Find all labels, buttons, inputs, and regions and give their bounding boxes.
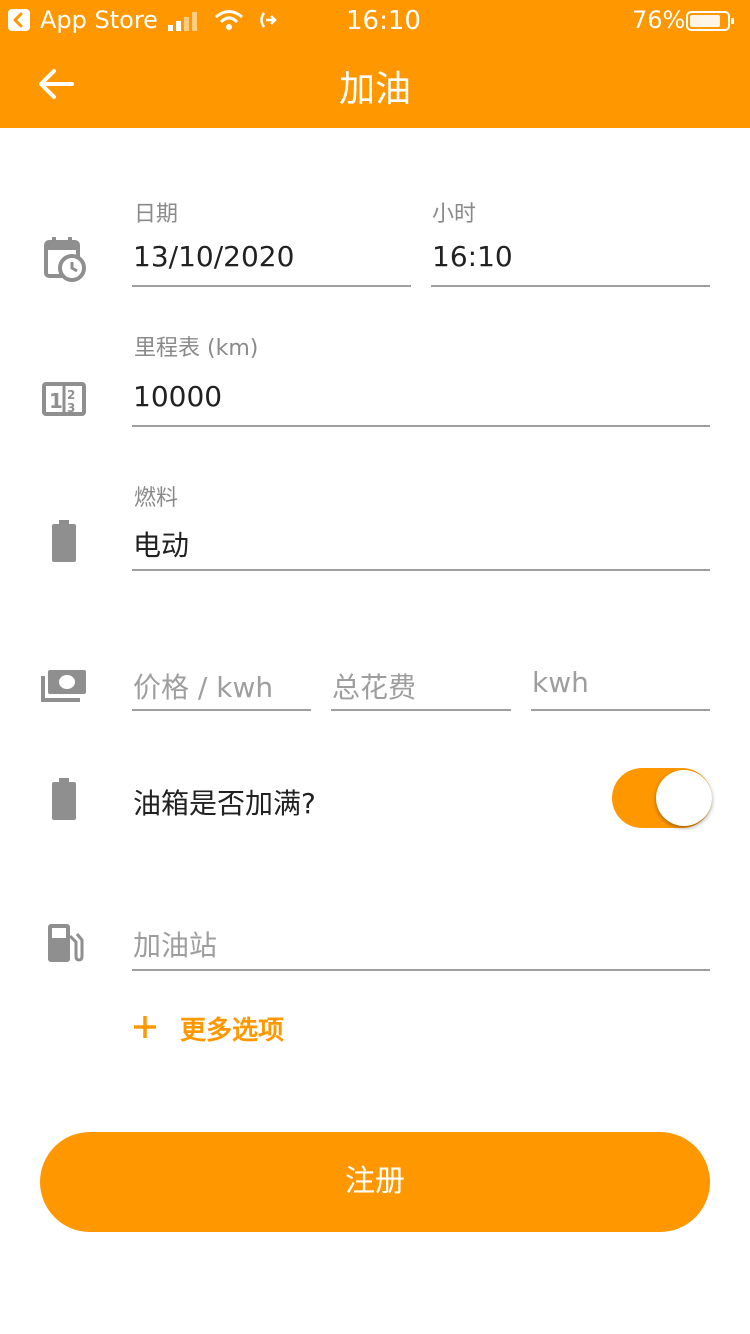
- fuel-pump-icon: [40, 920, 88, 968]
- plus-icon: [132, 1014, 158, 1040]
- kwh-input[interactable]: kwh: [532, 666, 589, 699]
- full-tank-toggle[interactable]: [612, 768, 714, 830]
- odometer-underline: [132, 425, 710, 427]
- date-field[interactable]: 13/10/2020: [133, 240, 294, 273]
- battery-percent: 76%: [632, 6, 686, 34]
- fuel-label: 燃料: [134, 486, 179, 511]
- register-button[interactable]: 注册: [40, 1132, 710, 1232]
- price-underline: [132, 709, 311, 711]
- app-header: App Store 16:10 76% 加油: [0, 0, 750, 128]
- signal-icon: [168, 11, 202, 31]
- odometer-field[interactable]: 10000: [133, 380, 222, 413]
- date-underline: [132, 285, 411, 287]
- odometer-label: 里程表 (km): [134, 336, 259, 361]
- svg-text:1: 1: [49, 389, 63, 413]
- more-options-label: 更多选项: [180, 1016, 285, 1046]
- fuel-select[interactable]: 电动: [133, 524, 189, 564]
- full-tank-battery-icon: [40, 776, 88, 824]
- page-title: 加油: [338, 69, 411, 110]
- total-cost-underline: [331, 709, 511, 711]
- app-store-back-icon[interactable]: [8, 9, 30, 31]
- full-tank-label: 油箱是否加满?: [133, 787, 316, 820]
- fuel-underline: [132, 569, 710, 571]
- wifi-icon: [214, 9, 244, 31]
- odometer-icon: 1 2 3: [40, 376, 88, 424]
- date-label: 日期: [134, 202, 179, 227]
- station-input[interactable]: 加油站: [133, 924, 217, 964]
- hour-label: 小时: [432, 202, 477, 227]
- money-icon: [40, 662, 88, 710]
- status-battery-icon: [686, 10, 736, 32]
- hour-underline: [431, 285, 710, 287]
- battery-icon: [40, 518, 88, 566]
- status-back-app-label[interactable]: App Store: [40, 6, 158, 34]
- status-time: 16:10: [346, 6, 421, 36]
- svg-text:3: 3: [67, 401, 75, 415]
- call-forward-icon: [256, 9, 278, 31]
- svg-text:2: 2: [67, 388, 75, 402]
- toggle-knob: [656, 770, 712, 826]
- kwh-underline: [531, 709, 710, 711]
- total-cost-input[interactable]: 总花费: [332, 666, 416, 706]
- station-underline: [132, 969, 710, 971]
- calendar-clock-icon: [40, 236, 88, 284]
- hour-field[interactable]: 16:10: [432, 240, 513, 273]
- price-per-kwh-input[interactable]: 价格 / kwh: [133, 666, 273, 706]
